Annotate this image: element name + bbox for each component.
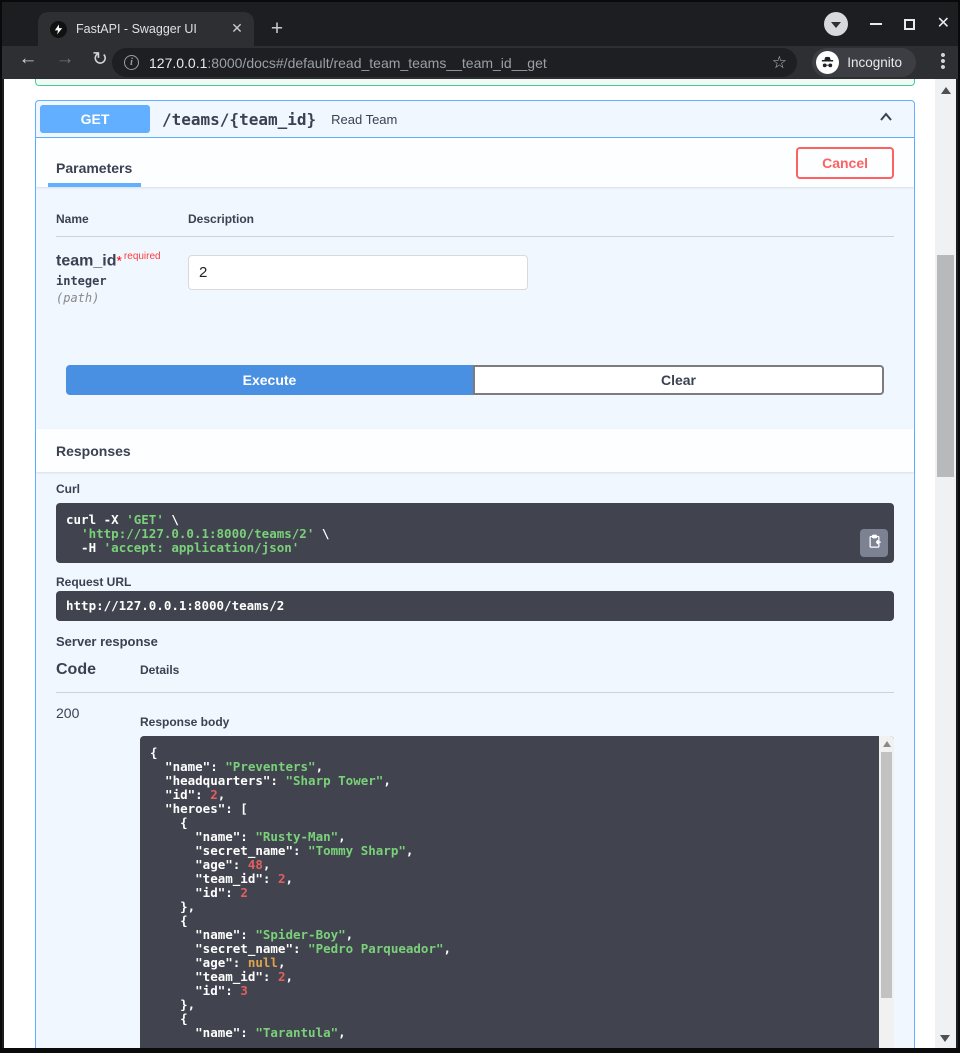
reload-icon[interactable]: ↻ (86, 48, 114, 71)
response-body-scrollbar[interactable] (879, 736, 894, 1048)
team-id-input[interactable] (188, 255, 528, 290)
required-asterisk: * (116, 252, 121, 268)
url-text: 127.0.0.1:8000/docs#/default/read_team_t… (149, 55, 764, 71)
incognito-badge: Incognito (812, 48, 916, 77)
page-scroll-up-icon[interactable] (941, 87, 951, 94)
response-body-label: Response body (140, 715, 894, 729)
page-scroll-down-icon[interactable] (940, 1035, 950, 1042)
request-url-value: http://127.0.0.1:8000/teams/2 (56, 591, 894, 621)
browser-window: FastAPI - Swagger UI ✕ + ✕ ← → ↻ i 127.0… (0, 0, 960, 1053)
previous-opblock-edge (35, 79, 915, 86)
scrollbar-thumb[interactable] (881, 752, 892, 998)
site-info-icon[interactable]: i (124, 55, 139, 70)
parameter-location: (path) (56, 291, 188, 305)
tab-close-icon[interactable]: ✕ (228, 20, 246, 38)
curl-command[interactable]: curl -X 'GET' \ 'http://127.0.0.1:8000/t… (56, 503, 894, 563)
operation-summary: Read Team (331, 112, 397, 127)
parameter-name: team_id (56, 252, 116, 269)
collapse-chevron-icon[interactable] (876, 107, 896, 132)
address-bar[interactable]: i 127.0.0.1:8000/docs#/default/read_team… (112, 48, 797, 77)
swagger-page: GET /teams/{team_id} Read Team Parameter… (4, 79, 935, 1048)
tab-parameters[interactable]: Parameters (48, 146, 141, 187)
window-close-icon[interactable]: ✕ (937, 16, 950, 32)
incognito-icon (816, 51, 839, 74)
browser-toolbar: ← → ↻ i 127.0.0.1:8000/docs#/default/rea… (2, 46, 958, 79)
window-bottom-edge (2, 1048, 958, 1053)
code-column-header: Code (56, 661, 140, 679)
request-url-label: Request URL (56, 575, 894, 589)
response-body-json[interactable]: { "name": "Preventers", "headquarters": … (140, 736, 894, 1048)
page-scrollbar[interactable] (935, 79, 956, 1048)
scroll-up-icon[interactable] (883, 741, 891, 747)
status-code: 200 (56, 705, 140, 1048)
tab-title: FastAPI - Swagger UI (76, 22, 228, 36)
page-scrollbar-thumb[interactable] (937, 255, 954, 477)
browser-tab[interactable]: FastAPI - Swagger UI ✕ (38, 12, 254, 46)
responses-body: Curl curl -X 'GET' \ 'http://127.0.0.1:8… (36, 482, 914, 1048)
operation-path: /teams/{team_id} (162, 110, 316, 129)
column-name-header: Name (56, 212, 188, 226)
responses-title: Responses (56, 443, 131, 459)
parameter-row: team_id*required integer (path) (56, 237, 894, 305)
minimize-icon[interactable] (870, 23, 882, 25)
new-tab-button[interactable]: + (264, 16, 290, 42)
responses-header: Responses (36, 429, 914, 472)
back-icon[interactable]: ← (14, 48, 42, 70)
cancel-button[interactable]: Cancel (796, 147, 894, 179)
parameters-table: Name Description team_id*required intege… (36, 187, 914, 395)
bookmark-star-icon[interactable]: ☆ (772, 53, 787, 73)
required-label: required (124, 251, 161, 262)
column-description-header: Description (188, 212, 254, 226)
clipboard-icon (867, 534, 882, 552)
details-column-header: Details (140, 663, 179, 677)
tab-search-button[interactable] (824, 12, 848, 36)
curl-label: Curl (56, 482, 894, 496)
parameters-header: Parameters Cancel (36, 138, 914, 187)
fastapi-favicon-icon (50, 21, 67, 38)
method-badge: GET (40, 105, 150, 133)
browser-menu-icon[interactable]: ••• (940, 53, 946, 71)
clear-button[interactable]: Clear (473, 365, 884, 395)
incognito-label: Incognito (847, 55, 902, 70)
copy-to-clipboard-button[interactable] (860, 529, 888, 557)
opblock-get-teams: GET /teams/{team_id} Read Team Parameter… (35, 100, 915, 1048)
opblock-summary[interactable]: GET /teams/{team_id} Read Team (36, 101, 914, 138)
parameter-type: integer (56, 274, 188, 288)
response-row: 200 Response body { "name": "Preventers"… (56, 693, 894, 1048)
server-response-label: Server response (56, 634, 894, 649)
maximize-icon[interactable] (904, 19, 915, 30)
execute-button[interactable]: Execute (66, 365, 473, 395)
forward-icon[interactable]: → (51, 48, 79, 70)
tab-strip: FastAPI - Swagger UI ✕ + ✕ (2, 2, 958, 46)
